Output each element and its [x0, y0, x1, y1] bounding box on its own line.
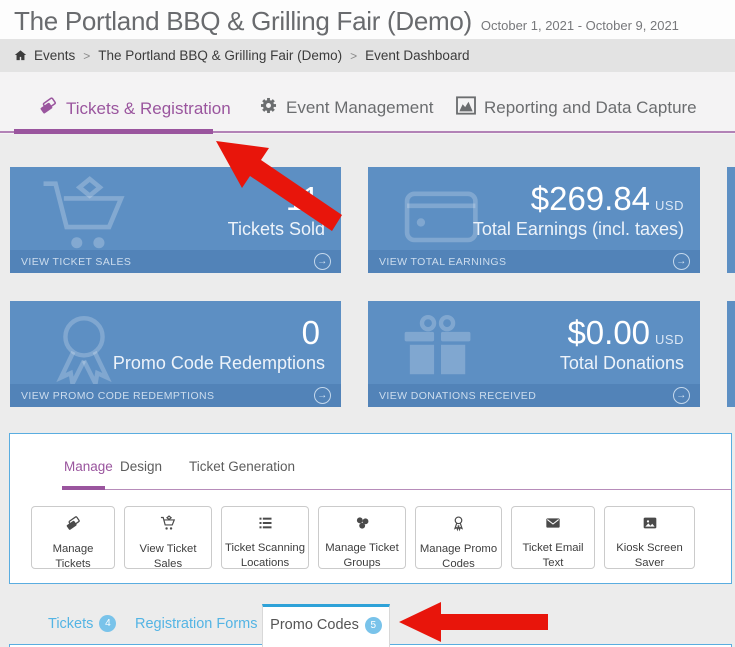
main-tab-bar: Tickets & Registration Event Management …: [0, 72, 735, 134]
view-donations-received-link[interactable]: VIEW DONATIONS RECEIVED →: [368, 384, 700, 407]
tab-label: Promo Codes: [270, 617, 359, 633]
breadcrumb-separator: >: [83, 48, 91, 63]
breadcrumb: Events > The Portland BBQ & Grilling Fai…: [0, 39, 735, 72]
stat-card-promo-code-redemptions: 0 Promo Code Redemptions VIEW PROMO CODE…: [10, 301, 341, 407]
envelope-icon: [544, 515, 562, 536]
stat-currency: USD: [655, 331, 684, 347]
tickets-tools-panel: Manage Design Ticket Generation Manage T…: [9, 433, 732, 584]
panel-tab-divider-line: [62, 489, 731, 490]
stat-label: Total Donations: [559, 353, 684, 374]
button-label: Ticket Email Text: [522, 542, 584, 569]
stat-card-content: $269.84 USD Total Earnings (incl. taxes): [368, 171, 684, 250]
tab-promo-codes[interactable]: Promo Codes 5: [262, 604, 390, 647]
panel-active-tab-underline: [62, 486, 105, 490]
arrow-circle-right-icon: →: [673, 253, 690, 270]
card-footer-label: VIEW DONATIONS RECEIVED: [379, 389, 537, 402]
stat-value: 0: [301, 313, 320, 351]
button-label: Ticket Scanning Locations: [225, 542, 305, 569]
stat-value-line: $0.00 USD: [567, 313, 684, 351]
breadcrumb-events[interactable]: Events: [34, 48, 75, 63]
view-ticket-sales-link[interactable]: VIEW TICKET SALES →: [10, 250, 341, 273]
event-dashboard-screen: The Portland BBQ & Grilling Fair (Demo) O…: [0, 0, 735, 647]
stat-currency: USD: [655, 197, 684, 213]
ticket-scanning-locations-button[interactable]: Ticket Scanning Locations: [221, 506, 309, 569]
red-arrow-left-icon: [399, 602, 548, 642]
area-chart-icon: [456, 96, 476, 120]
button-label: Manage Tickets: [52, 543, 94, 570]
tab-reporting-and-data-capture[interactable]: Reporting and Data Capture: [456, 96, 697, 120]
page-title: The Portland BBQ & Grilling Fair (Demo): [14, 6, 472, 36]
view-ticket-sales-button[interactable]: View Ticket Sales: [124, 506, 212, 570]
panel-tab-ticket-generation[interactable]: Ticket Generation: [189, 459, 295, 474]
stat-label: Promo Code Redemptions: [112, 353, 325, 374]
card-footer-label: VIEW TOTAL EARNINGS: [379, 255, 507, 268]
manage-ticket-groups-button[interactable]: Manage Ticket Groups: [318, 506, 406, 569]
gear-icon: [259, 96, 278, 120]
card-footer-label: VIEW TICKET SALES: [21, 255, 132, 268]
manage-tickets-button[interactable]: Manage Tickets: [31, 506, 115, 570]
button-label: Manage Promo Codes: [419, 543, 498, 570]
stat-card-partial: [727, 167, 735, 273]
stat-card-total-earnings: $269.84 USD Total Earnings (incl. taxes) …: [368, 167, 700, 273]
panel-tab-manage[interactable]: Manage: [64, 459, 113, 474]
tab-label: Reporting and Data Capture: [484, 98, 697, 117]
stat-value: 11: [285, 179, 320, 217]
arrow-circle-right-icon: →: [314, 387, 331, 404]
manage-promo-codes-button[interactable]: Manage Promo Codes: [415, 506, 502, 570]
breadcrumb-current-page: Event Dashboard: [365, 48, 470, 63]
promo-codes-count-badge: 5: [364, 617, 382, 634]
tickets-icon: [64, 515, 82, 537]
home-icon[interactable]: [14, 49, 27, 62]
tab-registration-forms[interactable]: Registration Forms 1: [135, 615, 281, 632]
stat-label: Tickets Sold: [227, 219, 325, 240]
image-icon: [641, 515, 659, 536]
view-total-earnings-link[interactable]: VIEW TOTAL EARNINGS →: [368, 250, 700, 273]
view-promo-code-redemptions-link[interactable]: VIEW PROMO CODE REDEMPTIONS →: [10, 384, 341, 407]
list-icon: [257, 515, 274, 536]
stat-card-content: 11 Tickets Sold: [10, 171, 325, 250]
button-label: View Ticket Sales: [139, 543, 197, 570]
arrow-circle-right-icon: →: [314, 253, 331, 270]
tab-label: Tickets & Registration: [66, 98, 231, 118]
breadcrumb-separator: >: [350, 48, 358, 63]
tab-tickets-and-registration[interactable]: Tickets & Registration: [38, 96, 231, 121]
stat-value: $0.00: [567, 313, 651, 351]
kiosk-screen-saver-button[interactable]: Kiosk Screen Saver: [604, 506, 695, 569]
tab-label: Event Management: [286, 98, 434, 117]
ticket-tools-button-row: Manage Tickets View Ticket Sales Ticket …: [31, 506, 695, 570]
stat-card-total-donations: $0.00 USD Total Donations VIEW DONATIONS …: [368, 301, 700, 407]
tab-event-management[interactable]: Event Management: [259, 96, 433, 120]
arrow-circle-right-icon: →: [673, 387, 690, 404]
stat-value-line: 11: [285, 179, 325, 217]
button-label: Manage Ticket Groups: [325, 542, 399, 569]
stat-card-partial: [727, 301, 735, 407]
stat-card-tickets-sold: 11 Tickets Sold VIEW TICKET SALES →: [10, 167, 341, 273]
circles-cluster-icon: [354, 515, 371, 536]
event-date-range: October 1, 2021 - October 9, 2021: [480, 18, 679, 33]
breadcrumb-event-name[interactable]: The Portland BBQ & Grilling Fair (Demo): [98, 48, 342, 63]
ticket-email-text-button[interactable]: Ticket Email Text: [511, 506, 595, 569]
stat-card-content: 0 Promo Code Redemptions: [10, 305, 325, 384]
active-tab-underline: [14, 129, 213, 134]
award-ribbon-icon: [450, 515, 467, 537]
stat-value-line: 0: [301, 313, 325, 351]
shopping-cart-icon: [159, 515, 177, 537]
stat-value-line: $269.84 USD: [530, 179, 684, 217]
stat-label: Total Earnings (incl. taxes): [472, 219, 684, 240]
tab-label: Tickets: [48, 615, 94, 632]
stat-value: $269.84: [530, 179, 651, 217]
panel-tab-design[interactable]: Design: [120, 459, 162, 474]
tickets-icon: [38, 96, 58, 121]
button-label: Kiosk Screen Saver: [616, 542, 683, 569]
tickets-count-badge: 4: [99, 615, 117, 632]
tab-label: Registration Forms: [135, 615, 258, 632]
page-header: The Portland BBQ & Grilling Fair (Demo) O…: [0, 0, 735, 39]
stat-card-content: $0.00 USD Total Donations: [368, 305, 684, 384]
tab-tickets[interactable]: Tickets 4: [48, 615, 117, 632]
card-footer-label: VIEW PROMO CODE REDEMPTIONS: [21, 389, 215, 402]
